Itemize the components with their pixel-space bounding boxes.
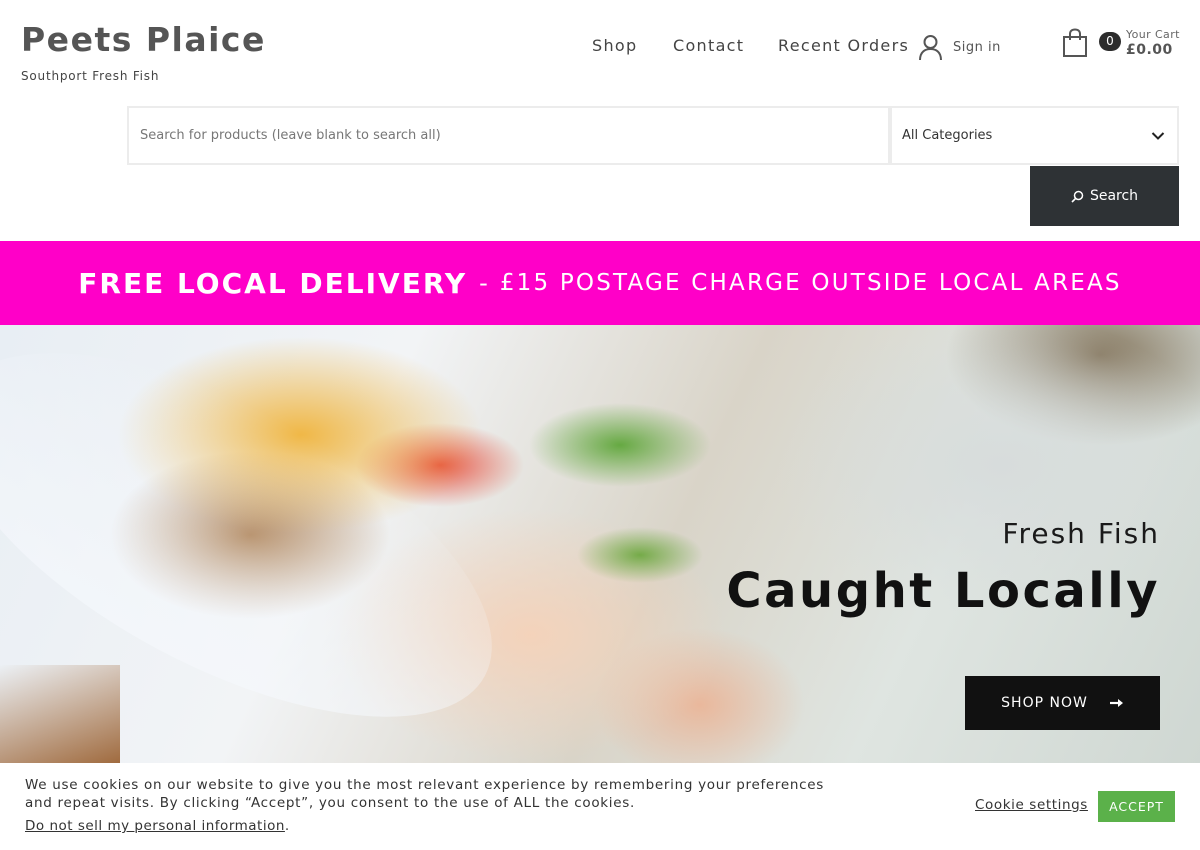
cart-label: Your Cart [1126, 28, 1180, 41]
cookie-consent-bar: We use cookies on our website to give yo… [0, 763, 1200, 850]
shopping-bag-icon [1063, 28, 1087, 57]
search-input[interactable] [140, 128, 888, 143]
hero-title: Caught Locally [726, 563, 1160, 619]
banner-dash: - [479, 269, 488, 297]
sign-in-label: Sign in [953, 40, 1001, 55]
cart-count-badge: 0 [1099, 32, 1121, 51]
search-button[interactable]: Search [1030, 166, 1179, 226]
nav-item-contact[interactable]: Contact [673, 36, 744, 55]
site-title[interactable]: Peets Plaice [21, 20, 266, 59]
banner-strong-text: FREE LOCAL DELIVERY [78, 266, 468, 300]
do-not-sell-link[interactable]: Do not sell my personal information [25, 818, 285, 834]
category-select-value: All Categories [902, 128, 993, 143]
cookie-settings-link[interactable]: Cookie settings [975, 797, 1088, 813]
hero-subtitle: Fresh Fish [1002, 517, 1160, 550]
sign-in-link[interactable]: Sign in [918, 34, 1001, 61]
banner-rest-text: £15 POSTAGE CHARGE OUTSIDE LOCAL AREAS [499, 270, 1122, 296]
chevron-down-icon [1151, 131, 1165, 140]
cart-total: £0.00 [1126, 42, 1173, 58]
hero-table-edge [0, 665, 120, 765]
user-icon [919, 35, 942, 61]
search-field-wrapper [127, 106, 890, 165]
nav-item-shop[interactable]: Shop [592, 36, 637, 55]
hero-section: Fresh Fish Caught Locally SHOP NOW [0, 325, 1200, 765]
arrow-right-icon [1109, 699, 1123, 707]
shop-now-button[interactable]: SHOP NOW [965, 676, 1160, 730]
cookie-message: We use cookies on our website to give yo… [25, 777, 825, 811]
site-tagline: Southport Fresh Fish [21, 69, 160, 83]
search-icon [1071, 190, 1084, 203]
shop-now-label: SHOP NOW [1001, 695, 1088, 711]
category-select[interactable]: All Categories [890, 106, 1179, 165]
delivery-banner: FREE LOCAL DELIVERY - £15 POSTAGE CHARGE… [0, 241, 1200, 325]
cookie-accept-button[interactable]: ACCEPT [1098, 791, 1175, 822]
nav-item-recent-orders[interactable]: Recent Orders [778, 36, 909, 55]
search-button-label: Search [1089, 188, 1139, 204]
